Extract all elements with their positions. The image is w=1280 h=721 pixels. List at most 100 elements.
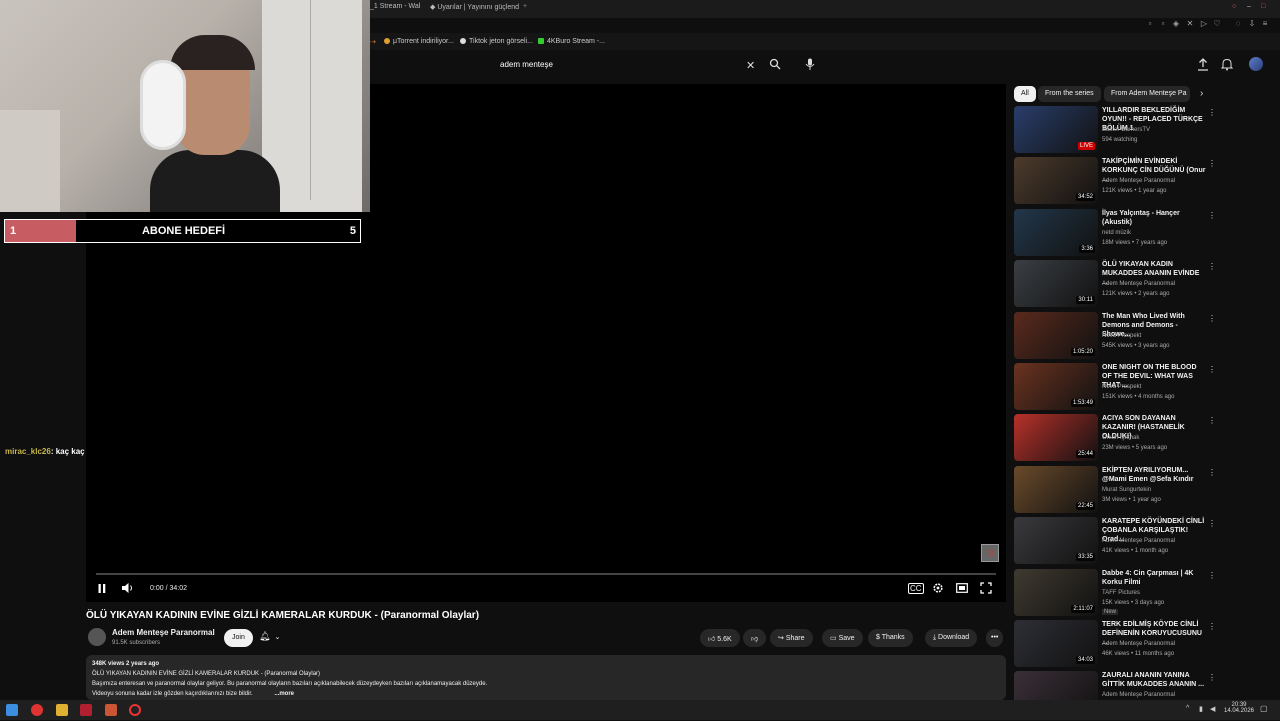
heart-icon[interactable]: ♡ <box>1213 20 1221 28</box>
chip-from-channel[interactable]: From Adem Menteşe Pa <box>1104 86 1190 102</box>
more-options-icon[interactable]: ⋮ <box>1208 673 1216 682</box>
obs-icon[interactable] <box>129 704 141 716</box>
video-thumbnail[interactable]: 25:44 <box>1014 414 1098 461</box>
video-channel[interactable]: Adem Menteşe Paranormal <box>1102 178 1175 184</box>
recommended-video[interactable]: 1:05:20 The Man Who Lived With Demons and… <box>1014 312 1219 362</box>
notifications-bell-icon[interactable] <box>1221 58 1233 71</box>
video-thumbnail[interactable]: 33:35 <box>1014 517 1098 564</box>
play-icon[interactable]: ▷ <box>1200 20 1208 28</box>
video-thumbnail[interactable]: 1:05:20 <box>1014 312 1098 359</box>
pause-icon[interactable] <box>97 583 107 594</box>
video-title[interactable]: İlyas Yalçıntaş - Hançer (Akustik) <box>1102 209 1206 227</box>
tray-chevron-icon[interactable]: ^ <box>1186 705 1189 712</box>
search-icon[interactable] <box>769 58 781 70</box>
volume-tray-icon[interactable]: ◀ <box>1210 705 1215 713</box>
more-options-icon[interactable]: ⋮ <box>1208 262 1216 271</box>
video-channel[interactable]: netd müzik <box>1102 230 1131 236</box>
file-explorer-icon[interactable] <box>56 704 68 716</box>
more-options-icon[interactable]: ⋮ <box>1208 108 1216 117</box>
video-channel[interactable]: Nova Prospekt <box>1102 384 1141 390</box>
video-channel[interactable]: Easter GamersTV <box>1102 127 1150 133</box>
recommended-video[interactable]: 3:36 İlyas Yalçıntaş - Hançer (Akustik) ne… <box>1014 209 1219 259</box>
extension-icon[interactable]: ▫ <box>1146 20 1154 28</box>
more-options-icon[interactable]: ⋮ <box>1208 468 1216 477</box>
download-icon[interactable]: ⇩ <box>1248 20 1256 28</box>
clear-search-icon[interactable]: ✕ <box>746 59 755 72</box>
video-channel[interactable]: Adem Menteşe Paranormal <box>1102 281 1175 287</box>
upload-icon[interactable] <box>1197 58 1209 71</box>
shield-icon[interactable]: ◈ <box>1172 20 1180 28</box>
video-channel[interactable]: Murat Sungurtekin <box>1102 487 1151 493</box>
join-button[interactable]: Join <box>224 629 253 647</box>
avatar[interactable] <box>1249 57 1263 71</box>
extension-icon[interactable]: ✕ <box>1186 20 1194 28</box>
app-icon[interactable] <box>105 704 117 716</box>
browser-opera-icon[interactable] <box>80 704 92 716</box>
recommended-video[interactable]: 1:53:49 ONE NIGHT ON THE BLOOD OF THE DEV… <box>1014 363 1219 413</box>
like-button[interactable]: 👍︎ 5.6K <box>700 629 740 647</box>
chip-from-series[interactable]: From the series <box>1038 86 1101 102</box>
recommended-video[interactable]: 34:52 TAKİPÇİMİN EVİNDEKİ KORKUNÇ CİN DÜĞ… <box>1014 157 1219 207</box>
extension-icon[interactable]: ▫ <box>1159 20 1167 28</box>
dislike-button[interactable]: 👎︎ <box>743 629 767 647</box>
recommended-video[interactable]: 2:11:07 Dabbe 4: Cin Çarpması | 4K Korku … <box>1014 569 1219 619</box>
recommended-video[interactable]: 30:11 ÖLÜ YIKAYAN KADIN MUKADDES ANANIN E… <box>1014 260 1219 310</box>
video-thumbnail[interactable]: 2:11:07 <box>1014 569 1098 616</box>
subscribed-bell-button[interactable]: 🔔︎ ⌄ <box>259 631 280 642</box>
channel-name[interactable]: Adem Menteşe Paranormal <box>112 628 215 637</box>
more-options-icon[interactable]: ⋮ <box>1208 571 1216 580</box>
video-title[interactable]: ZAURALI ANANIN YANINA GİTTİK MUKADDES AN… <box>1102 671 1206 689</box>
video-progress-bar[interactable] <box>96 573 996 575</box>
browser-tab[interactable]: _1 Stream - Wal <box>370 3 420 10</box>
save-button[interactable]: ▭ Save <box>822 629 863 647</box>
recommended-video[interactable]: 25:44 ACIYA SON DAYANAN KAZANIR! (HASTANE… <box>1014 414 1219 464</box>
microphone-icon[interactable] <box>805 58 815 71</box>
chevron-right-icon[interactable]: › <box>1200 88 1203 99</box>
more-options-icon[interactable]: ⋮ <box>1208 519 1216 528</box>
theater-mode-icon[interactable] <box>956 583 968 593</box>
video-channel[interactable]: Orkun Işıtmak <box>1102 435 1139 441</box>
video-channel[interactable]: Adem Menteşe Paranormal <box>1102 538 1175 544</box>
video-channel[interactable]: Adem Menteşe Paranormal <box>1102 692 1175 698</box>
more-options-icon[interactable]: ⋮ <box>1208 365 1216 374</box>
more-options-icon[interactable]: ⋮ <box>1208 211 1216 220</box>
video-thumbnail[interactable]: 3:36 <box>1014 209 1098 256</box>
taskbar-clock[interactable]: 20:39 14.04.2026 <box>1222 702 1256 714</box>
volume-icon[interactable] <box>121 582 135 594</box>
thanks-button[interactable]: $ Thanks <box>868 629 913 647</box>
description-box[interactable]: 348K views 2 years ago ÖLÜ YIKAYAN KADIN… <box>86 655 1006 700</box>
more-options-icon[interactable]: ⋮ <box>1208 159 1216 168</box>
video-channel[interactable]: TAFF Pictures <box>1102 590 1140 596</box>
settings-gear-icon[interactable] <box>932 582 944 594</box>
video-title[interactable]: Dabbe 4: Cin Çarpması | 4K Korku Filmi <box>1102 569 1206 587</box>
more-actions-button[interactable]: ••• <box>986 629 1004 647</box>
video-thumbnail[interactable]: LIVE <box>1014 106 1098 153</box>
search-input[interactable]: adem menteşe <box>490 55 765 75</box>
more-options-icon[interactable]: ⋮ <box>1208 314 1216 323</box>
window-profile-icon[interactable]: ○ <box>1232 3 1236 10</box>
video-thumbnail[interactable]: 34:52 <box>1014 157 1098 204</box>
video-channel[interactable]: Nova Prospekt <box>1102 333 1141 339</box>
menu-icon[interactable]: ≡ <box>1261 20 1269 28</box>
minimize-icon[interactable]: – <box>1247 3 1251 10</box>
more-options-icon[interactable]: ⋮ <box>1208 622 1216 631</box>
app-icon[interactable] <box>31 704 43 716</box>
subtitles-icon[interactable]: CC <box>908 583 924 594</box>
windows-start-icon[interactable] <box>6 704 18 716</box>
new-tab-icon[interactable]: + <box>523 3 527 10</box>
download-button[interactable]: ⤓ Download <box>925 629 978 647</box>
video-channel[interactable]: Adem Menteşe Paranormal <box>1102 641 1175 647</box>
video-title[interactable]: EKİPTEN AYRILIYORUM... @Mami Emen @Sefa … <box>1102 466 1206 484</box>
fullscreen-icon[interactable] <box>980 582 992 594</box>
video-thumbnail[interactable]: 1:53:49 <box>1014 363 1098 410</box>
notification-center-icon[interactable]: ▢ <box>1260 704 1268 713</box>
video-thumbnail[interactable]: 22:45 <box>1014 466 1098 513</box>
bookmark-item[interactable]: 4KBuro Stream -... <box>538 38 605 45</box>
channel-watermark-icon[interactable]: ◫ <box>981 544 999 562</box>
recommended-video[interactable]: LIVE YILLARDIR BEKLEDİĞİM OYUN!! - REPLAC… <box>1014 106 1219 156</box>
chat-icon[interactable]: ◌ <box>1234 20 1242 28</box>
recommended-video[interactable]: 34:03 TERK EDİLMİŞ KÖYDE CİNLİ DEFİNENİN … <box>1014 620 1219 670</box>
recommended-video[interactable]: 33:35 KARATEPE KÖYÜNDEKİ CİNLİ ÇOBANLA KA… <box>1014 517 1219 567</box>
browser-tab[interactable]: ◆ Uyarılar | Yayınını güçlend <box>430 3 519 11</box>
bookmark-item[interactable]: Tiktok jeton görseli... <box>460 38 533 45</box>
